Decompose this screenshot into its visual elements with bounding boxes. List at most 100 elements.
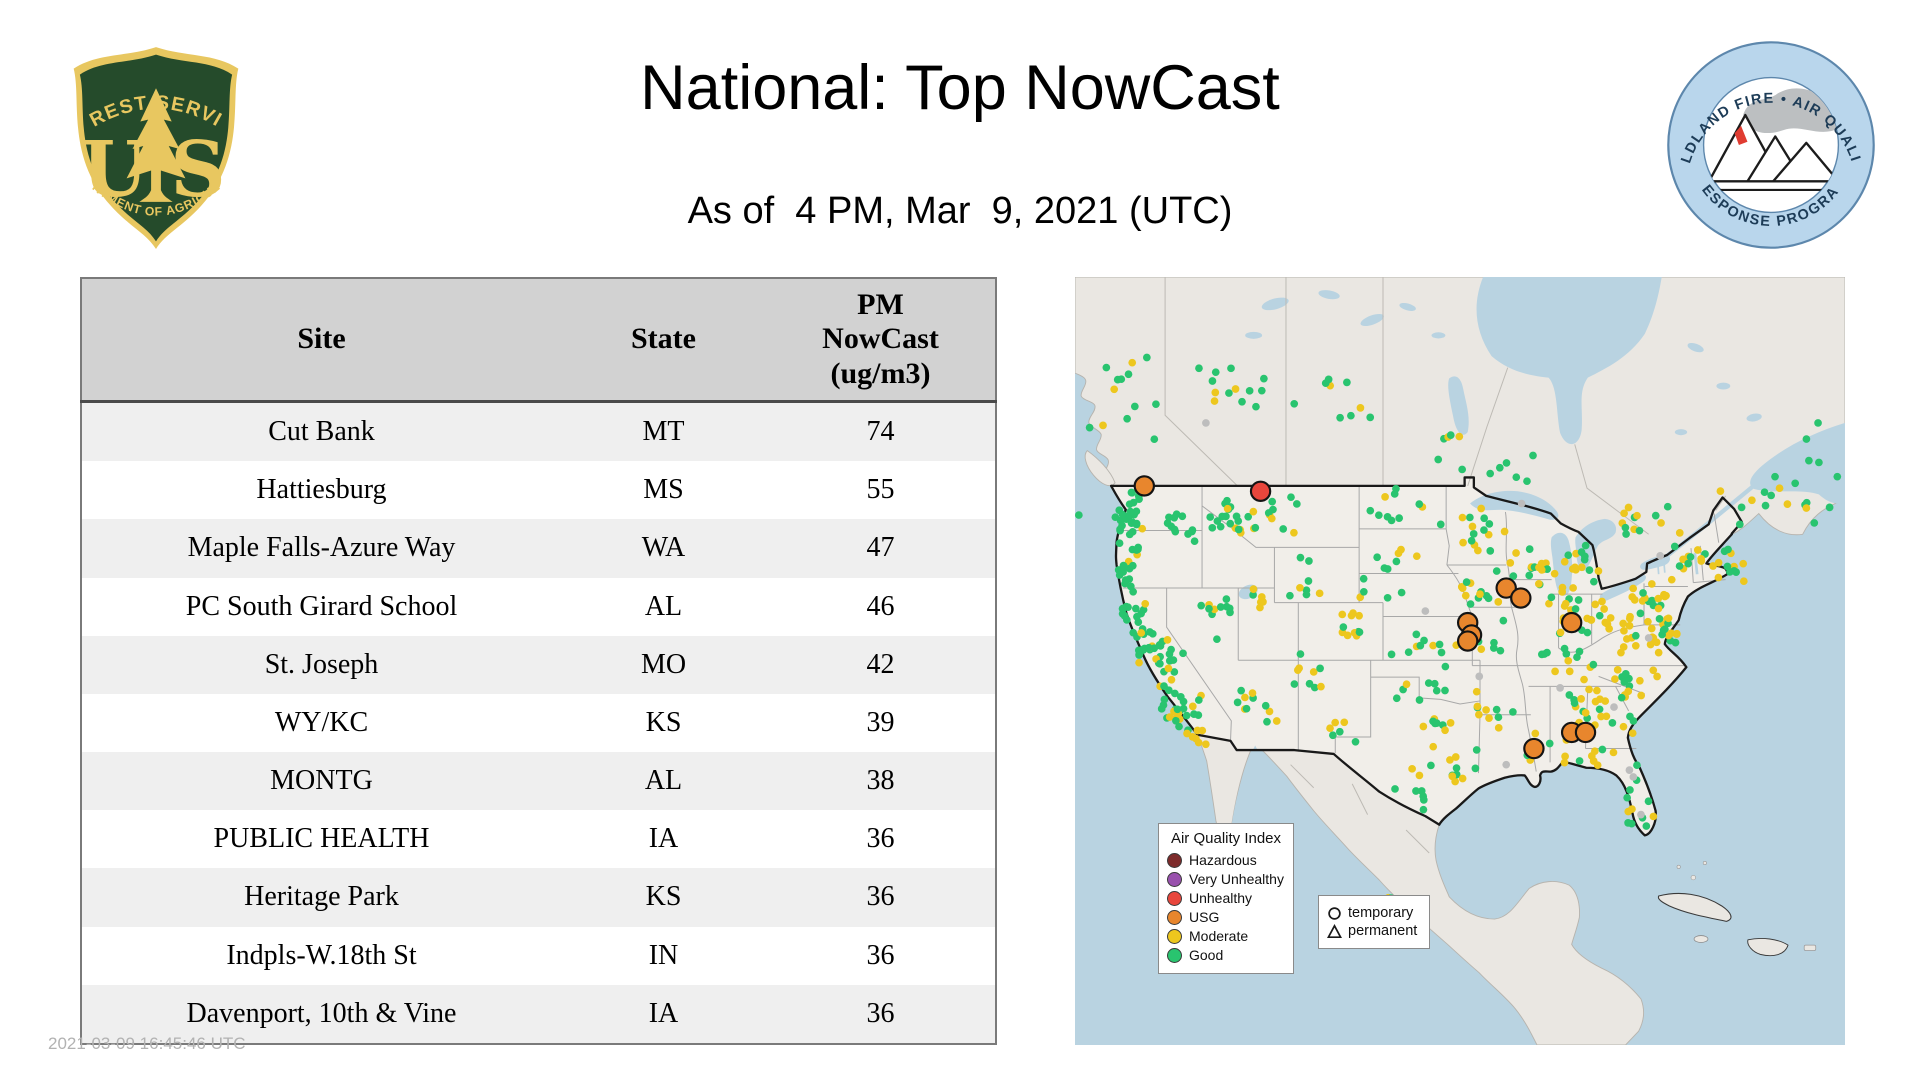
station-dot [1211, 368, 1220, 376]
site-cell: Maple Falls-Azure Way [187, 532, 456, 564]
jamaica [1693, 935, 1709, 943]
station-dot [1593, 686, 1601, 695]
station-dot [1415, 771, 1424, 780]
table-row: Heritage Park KS 36 [81, 868, 996, 927]
station-dot [1227, 364, 1235, 373]
station-dot [1472, 746, 1481, 754]
station-dot [1550, 569, 1559, 578]
station-dot [1441, 726, 1449, 735]
header-pm-nowcast: PM NowCast (ug/m3) [766, 278, 996, 403]
station-dot [1237, 686, 1246, 695]
station-dot [1626, 712, 1634, 721]
station-dot [1525, 545, 1534, 553]
station-dot [1466, 600, 1475, 608]
aqi-legend-label: Good [1189, 947, 1224, 963]
station-dot [1833, 472, 1842, 481]
site-cell: Heritage Park [244, 881, 399, 913]
table-row: PC South Girard School AL 46 [81, 577, 996, 636]
station-dot [1476, 590, 1484, 598]
aqi-color-swatch [1167, 909, 1182, 925]
station-dot [1335, 727, 1344, 736]
station-dot [1628, 729, 1637, 738]
station-dot [1324, 375, 1333, 384]
station-dot [1269, 505, 1277, 514]
station-dot [1585, 566, 1594, 574]
station-dot [1531, 729, 1540, 738]
station-dot [1150, 435, 1159, 444]
station-dot [1390, 490, 1399, 498]
station-dot [1201, 740, 1210, 749]
site-cell: PC South Girard School [185, 590, 458, 622]
station-dot [1238, 397, 1246, 406]
top-nowcast-table: Site State PM NowCast (ug/m3) Cut Bank MT… [80, 277, 997, 1045]
station-dot [1448, 772, 1457, 781]
station-dot [1613, 665, 1622, 674]
station-dot [1222, 595, 1231, 603]
station-dot [1654, 648, 1663, 657]
aqi-legend-title: Air Quality Index [1170, 830, 1282, 847]
station-dot [1392, 694, 1401, 703]
site-cell: Cut Bank [268, 416, 375, 448]
station-dot [1347, 411, 1355, 420]
station-dot [1359, 587, 1368, 596]
station-dot [1760, 488, 1769, 497]
station-dot [1225, 389, 1233, 397]
station-dot [1145, 628, 1154, 636]
station-dot [1290, 399, 1299, 408]
top-site-marker-usg [1456, 630, 1479, 652]
station-dot [1625, 766, 1634, 774]
station-dot [1434, 455, 1443, 464]
station-dot [1469, 530, 1478, 538]
station-dot [1644, 617, 1652, 626]
top-site-marker-usg [1574, 721, 1597, 744]
station-dot [1571, 563, 1579, 572]
aqi-legend-label: Very Unhealthy [1189, 871, 1284, 887]
station-dot [1242, 704, 1251, 713]
station-dot [1629, 584, 1638, 593]
aqi-color-swatch [1167, 890, 1182, 906]
station-dot [1435, 640, 1444, 649]
station-dot [1304, 577, 1313, 585]
site-cell: Indpls-W.18th St [226, 939, 417, 971]
station-dot [1188, 733, 1197, 741]
station-dot [1723, 562, 1732, 571]
station-dot [1421, 607, 1430, 615]
state-cell: IN [648, 939, 679, 971]
station-dot [1374, 511, 1383, 519]
station-dot [1630, 596, 1639, 604]
station-dot [1580, 675, 1588, 684]
site-cell: Hattiesburg [256, 474, 387, 506]
value-cell: 46 [866, 590, 895, 622]
station-dot [1600, 605, 1608, 613]
station-dot [1574, 596, 1583, 604]
station-dot [1169, 656, 1178, 664]
station-dot [1455, 432, 1464, 441]
table-row: Hattiesburg MS 55 [81, 461, 996, 520]
station-dot [1633, 761, 1641, 770]
station-dot [1137, 629, 1146, 637]
station-dot [1805, 456, 1813, 465]
station-dot [1263, 717, 1271, 726]
station-dot [1815, 458, 1823, 467]
station-dot [1591, 600, 1600, 609]
station-dot [1739, 577, 1748, 586]
station-dot [1506, 559, 1515, 567]
value-cell: 36 [866, 881, 895, 913]
station-dot [1499, 616, 1508, 625]
aqi-legend-label: USG [1189, 909, 1220, 925]
station-dot [1485, 520, 1494, 528]
station-dot [1119, 604, 1128, 613]
station-dot [1412, 630, 1421, 639]
station-dot [1581, 709, 1590, 717]
station-dot [1560, 557, 1569, 566]
station-dot [1556, 628, 1565, 637]
station-dot [1195, 364, 1203, 373]
aqi-legend-item: Hazardous [1167, 852, 1285, 868]
aqi-legend-item: Moderate [1167, 928, 1285, 944]
station-dot [1381, 493, 1389, 501]
station-dot [1366, 413, 1375, 422]
station-dot [1482, 591, 1491, 600]
value-cell: 36 [866, 997, 895, 1029]
station-dot [1672, 630, 1681, 639]
station-dot [1248, 689, 1257, 697]
